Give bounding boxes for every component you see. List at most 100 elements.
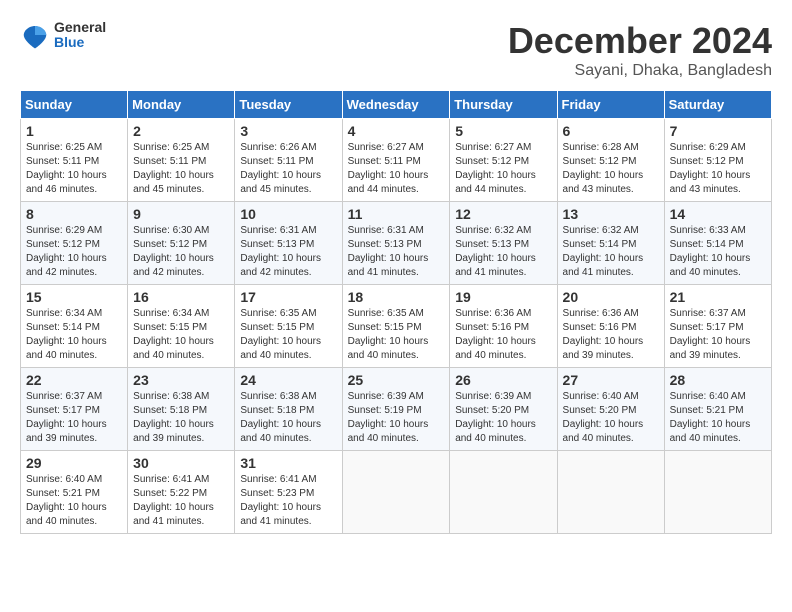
day-number: 5	[455, 123, 551, 139]
calendar-cell: 31 Sunrise: 6:41 AM Sunset: 5:23 PM Dayl…	[235, 451, 342, 534]
daylight-label: Daylight: 10 hours and 46 minutes.	[26, 170, 107, 195]
calendar-cell: 3 Sunrise: 6:26 AM Sunset: 5:11 PM Dayli…	[235, 119, 342, 202]
day-number: 3	[240, 123, 336, 139]
calendar-cell: 13 Sunrise: 6:32 AM Sunset: 5:14 PM Dayl…	[557, 202, 664, 285]
sunset-label: Sunset: 5:11 PM	[26, 156, 99, 167]
day-info: Sunrise: 6:39 AM Sunset: 5:19 PM Dayligh…	[348, 390, 445, 446]
calendar-table: Sunday Monday Tuesday Wednesday Thursday…	[20, 90, 772, 534]
daylight-label: Daylight: 10 hours and 41 minutes.	[455, 253, 536, 278]
sunset-label: Sunset: 5:12 PM	[455, 156, 529, 167]
day-number: 11	[348, 206, 445, 222]
sunset-label: Sunset: 5:11 PM	[240, 156, 313, 167]
daylight-label: Daylight: 10 hours and 43 minutes.	[563, 170, 644, 195]
sunset-label: Sunset: 5:19 PM	[348, 405, 422, 416]
day-info: Sunrise: 6:34 AM Sunset: 5:14 PM Dayligh…	[26, 307, 122, 363]
sunset-label: Sunset: 5:11 PM	[133, 156, 206, 167]
calendar-week-row: 22 Sunrise: 6:37 AM Sunset: 5:17 PM Dayl…	[21, 368, 772, 451]
sunrise-label: Sunrise: 6:25 AM	[133, 142, 209, 153]
sunrise-label: Sunrise: 6:40 AM	[670, 391, 746, 402]
sunset-label: Sunset: 5:12 PM	[133, 239, 207, 250]
daylight-label: Daylight: 10 hours and 43 minutes.	[670, 170, 751, 195]
day-info: Sunrise: 6:36 AM Sunset: 5:16 PM Dayligh…	[455, 307, 551, 363]
logo-blue: Blue	[54, 35, 106, 50]
day-info: Sunrise: 6:31 AM Sunset: 5:13 PM Dayligh…	[348, 224, 445, 280]
daylight-label: Daylight: 10 hours and 39 minutes.	[133, 419, 214, 444]
calendar-cell: 22 Sunrise: 6:37 AM Sunset: 5:17 PM Dayl…	[21, 368, 128, 451]
calendar-cell	[342, 451, 450, 534]
sunset-label: Sunset: 5:11 PM	[348, 156, 421, 167]
daylight-label: Daylight: 10 hours and 41 minutes.	[348, 253, 429, 278]
sunrise-label: Sunrise: 6:30 AM	[133, 225, 209, 236]
day-info: Sunrise: 6:32 AM Sunset: 5:14 PM Dayligh…	[563, 224, 659, 280]
sunset-label: Sunset: 5:13 PM	[348, 239, 422, 250]
sunrise-label: Sunrise: 6:37 AM	[26, 391, 102, 402]
sunrise-label: Sunrise: 6:40 AM	[26, 474, 102, 485]
daylight-label: Daylight: 10 hours and 40 minutes.	[133, 336, 214, 361]
logo-icon	[20, 20, 50, 50]
calendar-cell: 27 Sunrise: 6:40 AM Sunset: 5:20 PM Dayl…	[557, 368, 664, 451]
daylight-label: Daylight: 10 hours and 39 minutes.	[563, 336, 644, 361]
logo-general: General	[54, 20, 106, 35]
calendar-cell	[557, 451, 664, 534]
sunset-label: Sunset: 5:22 PM	[133, 488, 207, 499]
calendar-week-row: 8 Sunrise: 6:29 AM Sunset: 5:12 PM Dayli…	[21, 202, 772, 285]
day-number: 25	[348, 372, 445, 388]
sunset-label: Sunset: 5:14 PM	[26, 322, 100, 333]
day-info: Sunrise: 6:35 AM Sunset: 5:15 PM Dayligh…	[240, 307, 336, 363]
daylight-label: Daylight: 10 hours and 40 minutes.	[455, 336, 536, 361]
calendar-cell: 29 Sunrise: 6:40 AM Sunset: 5:21 PM Dayl…	[21, 451, 128, 534]
day-info: Sunrise: 6:40 AM Sunset: 5:20 PM Dayligh…	[563, 390, 659, 446]
calendar-cell: 10 Sunrise: 6:31 AM Sunset: 5:13 PM Dayl…	[235, 202, 342, 285]
sunrise-label: Sunrise: 6:25 AM	[26, 142, 102, 153]
calendar-week-row: 1 Sunrise: 6:25 AM Sunset: 5:11 PM Dayli…	[21, 119, 772, 202]
col-monday: Monday	[128, 91, 235, 119]
page-header: General Blue December 2024 Sayani, Dhaka…	[20, 20, 772, 80]
sunset-label: Sunset: 5:12 PM	[670, 156, 744, 167]
logo: General Blue	[20, 20, 106, 51]
sunrise-label: Sunrise: 6:39 AM	[348, 391, 424, 402]
sunrise-label: Sunrise: 6:40 AM	[563, 391, 639, 402]
day-info: Sunrise: 6:32 AM Sunset: 5:13 PM Dayligh…	[455, 224, 551, 280]
sunset-label: Sunset: 5:16 PM	[563, 322, 637, 333]
day-number: 8	[26, 206, 122, 222]
day-number: 22	[26, 372, 122, 388]
day-number: 24	[240, 372, 336, 388]
day-info: Sunrise: 6:29 AM Sunset: 5:12 PM Dayligh…	[26, 224, 122, 280]
sunset-label: Sunset: 5:14 PM	[563, 239, 637, 250]
daylight-label: Daylight: 10 hours and 40 minutes.	[26, 502, 107, 527]
calendar-cell: 23 Sunrise: 6:38 AM Sunset: 5:18 PM Dayl…	[128, 368, 235, 451]
sunrise-label: Sunrise: 6:26 AM	[240, 142, 316, 153]
day-number: 28	[670, 372, 766, 388]
day-number: 9	[133, 206, 229, 222]
daylight-label: Daylight: 10 hours and 42 minutes.	[26, 253, 107, 278]
day-number: 18	[348, 289, 445, 305]
daylight-label: Daylight: 10 hours and 45 minutes.	[240, 170, 321, 195]
day-info: Sunrise: 6:36 AM Sunset: 5:16 PM Dayligh…	[563, 307, 659, 363]
calendar-cell	[664, 451, 771, 534]
sunset-label: Sunset: 5:13 PM	[455, 239, 529, 250]
calendar-header-row: Sunday Monday Tuesday Wednesday Thursday…	[21, 91, 772, 119]
sunrise-label: Sunrise: 6:35 AM	[348, 308, 424, 319]
sunset-label: Sunset: 5:18 PM	[133, 405, 207, 416]
sunset-label: Sunset: 5:15 PM	[133, 322, 207, 333]
sunrise-label: Sunrise: 6:41 AM	[240, 474, 316, 485]
day-info: Sunrise: 6:25 AM Sunset: 5:11 PM Dayligh…	[133, 141, 229, 197]
daylight-label: Daylight: 10 hours and 40 minutes.	[26, 336, 107, 361]
daylight-label: Daylight: 10 hours and 41 minutes.	[563, 253, 644, 278]
daylight-label: Daylight: 10 hours and 44 minutes.	[455, 170, 536, 195]
day-number: 2	[133, 123, 229, 139]
sunset-label: Sunset: 5:21 PM	[670, 405, 744, 416]
day-info: Sunrise: 6:27 AM Sunset: 5:12 PM Dayligh…	[455, 141, 551, 197]
day-number: 7	[670, 123, 766, 139]
day-info: Sunrise: 6:28 AM Sunset: 5:12 PM Dayligh…	[563, 141, 659, 197]
calendar-cell: 2 Sunrise: 6:25 AM Sunset: 5:11 PM Dayli…	[128, 119, 235, 202]
day-number: 6	[563, 123, 659, 139]
calendar-cell	[450, 451, 557, 534]
sunrise-label: Sunrise: 6:36 AM	[455, 308, 531, 319]
logo-text: General Blue	[54, 20, 106, 51]
calendar-cell: 25 Sunrise: 6:39 AM Sunset: 5:19 PM Dayl…	[342, 368, 450, 451]
sunset-label: Sunset: 5:13 PM	[240, 239, 314, 250]
sunset-label: Sunset: 5:14 PM	[670, 239, 744, 250]
calendar-cell: 30 Sunrise: 6:41 AM Sunset: 5:22 PM Dayl…	[128, 451, 235, 534]
col-friday: Friday	[557, 91, 664, 119]
